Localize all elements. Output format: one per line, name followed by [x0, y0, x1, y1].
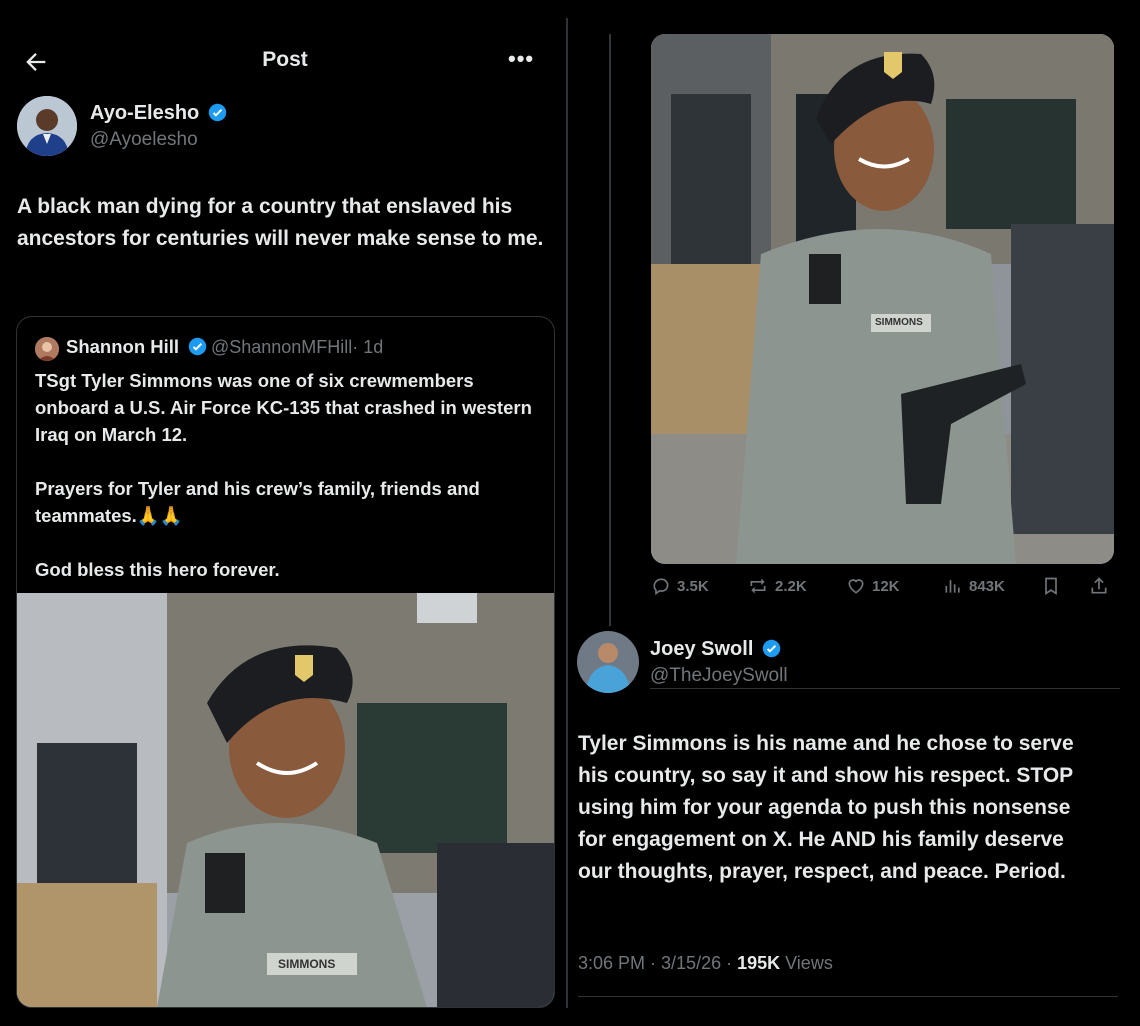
reply-avatar[interactable] — [577, 631, 639, 693]
page-title: Post — [262, 48, 308, 71]
bookmark-button[interactable] — [1041, 576, 1061, 596]
views-total: 195K — [737, 953, 781, 973]
repost-icon — [750, 578, 766, 594]
reply-separator — [650, 688, 1120, 689]
action-bar: 3.5K 2.2K 12K 843K — [651, 574, 1121, 602]
soldier-photo — [651, 34, 1114, 564]
reply-author-name[interactable]: Joey Swoll — [650, 638, 753, 660]
name-tape: SIMMONS — [875, 317, 923, 328]
quote-text: TSgt Tyler Simmons was one of six crewme… — [35, 370, 532, 580]
quote-author-name: Shannon Hill — [66, 336, 180, 357]
views-button[interactable]: 843K — [943, 576, 1005, 596]
views-count: 843K — [969, 577, 1005, 595]
reply-author-handle[interactable]: @TheJoeySwoll — [650, 665, 788, 687]
share-icon — [1091, 577, 1107, 594]
post-photo[interactable]: SIMMONS — [651, 34, 1114, 564]
quote-avatar — [35, 337, 59, 361]
like-count: 12K — [872, 577, 900, 595]
like-icon — [848, 579, 864, 594]
avatar-image — [17, 96, 77, 156]
share-button[interactable] — [1089, 576, 1109, 596]
bookmark-icon — [1045, 577, 1057, 596]
quote-author-handle: @ShannonMFHill — [210, 337, 353, 357]
name-tape: SIMMONS — [278, 957, 336, 971]
quote-photo[interactable]: SIMMONS — [17, 593, 554, 1007]
reply-button[interactable]: 3.5K — [651, 576, 709, 596]
reply-icon — [653, 578, 669, 596]
post-text: A black man dying for a country that ens… — [17, 195, 544, 250]
post-meta: 3:06 PM · 3/15/26 · 195K Views — [578, 953, 833, 974]
more-icon: ••• — [508, 46, 535, 71]
verified-icon — [188, 337, 206, 356]
like-button[interactable]: 12K — [846, 576, 900, 596]
meta-separator — [578, 996, 1118, 997]
repost-button[interactable]: 2.2K — [747, 576, 807, 596]
author-name[interactable]: Ayo-Elesho — [90, 102, 199, 124]
verified-icon — [762, 639, 781, 658]
views-icon — [945, 580, 960, 593]
author-handle[interactable]: @Ayoelesho — [90, 129, 198, 151]
column-divider — [566, 18, 568, 1008]
soldier-photo — [17, 593, 554, 1007]
reply-count: 3.5K — [677, 577, 709, 595]
quote-age: · 1d — [352, 337, 384, 357]
thread-line — [609, 34, 611, 626]
avatar-image — [577, 631, 639, 693]
reply-text: Tyler Simmons is his name and he chose t… — [578, 732, 1074, 883]
avatar[interactable] — [17, 96, 77, 156]
repost-count: 2.2K — [775, 577, 807, 595]
quoted-post[interactable]: Shannon Hill @ShannonMFHill· 1d TSgt Tyl… — [16, 316, 555, 1008]
verified-icon — [208, 103, 226, 122]
views-label: Views — [780, 953, 833, 973]
post-timestamp[interactable]: 3:06 PM · 3/15/26 · — [578, 953, 737, 973]
more-button[interactable]: ••• — [508, 46, 540, 76]
